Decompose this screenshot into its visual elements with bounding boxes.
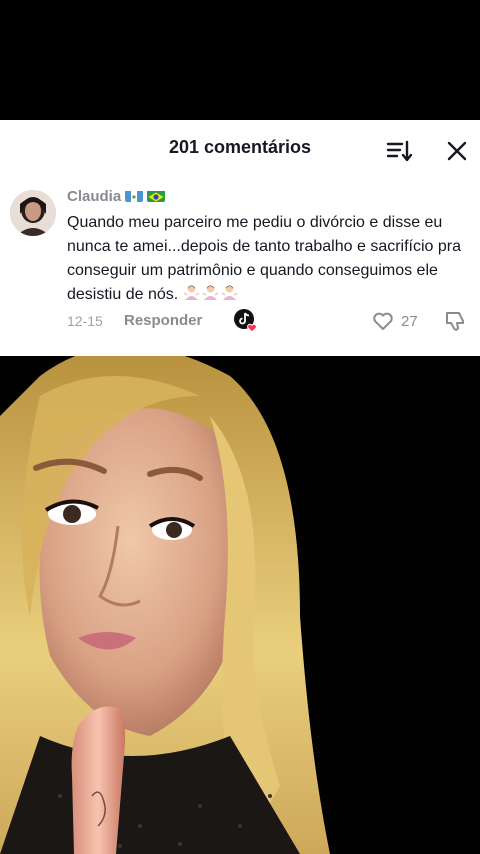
woman-shrugging-emoji-icon [202,284,219,301]
video-frame[interactable] [0,346,480,854]
comment-body: Claudia Quando meu parceiro me pediu o d… [67,185,467,307]
comment-text: Quando meu parceiro me pediu o divórcio … [67,211,467,307]
comments-panel: 201 comentários Claudia Quando meu parce… [0,120,480,356]
sort-button[interactable] [386,138,413,164]
reply-button[interactable]: Responder [124,312,202,329]
comment-actions: 12-15 Responder 27 [67,308,472,334]
dislike-button[interactable] [444,309,468,333]
comments-header: 201 comentários [0,120,480,178]
sort-icon [386,140,413,162]
woman-shrugging-emoji-icon [221,284,238,301]
thumbs-down-icon [446,312,464,331]
guatemala-flag-icon [125,190,144,202]
like-count: 27 [401,312,418,330]
comment-username[interactable]: Claudia [67,188,121,205]
close-icon [447,141,467,161]
user-photo-icon [10,190,56,236]
avatar[interactable] [10,190,56,236]
heart-outline-icon [373,312,393,330]
comment-date: 12-15 [67,313,103,329]
woman-shrugging-emoji-icon [183,284,200,301]
username-row: Claudia [67,185,467,207]
tiktok-screen: 201 comentários Claudia Quando meu parce… [0,0,480,854]
brazil-flag-icon [147,190,166,202]
close-button[interactable] [444,138,470,164]
comment-text-content: Quando meu parceiro me pediu o divórcio … [67,214,462,303]
creator-liked-icon [234,309,257,333]
like-button[interactable]: 27 [371,309,418,333]
video-person-image [0,346,480,854]
creator-liked-badge [233,308,259,334]
